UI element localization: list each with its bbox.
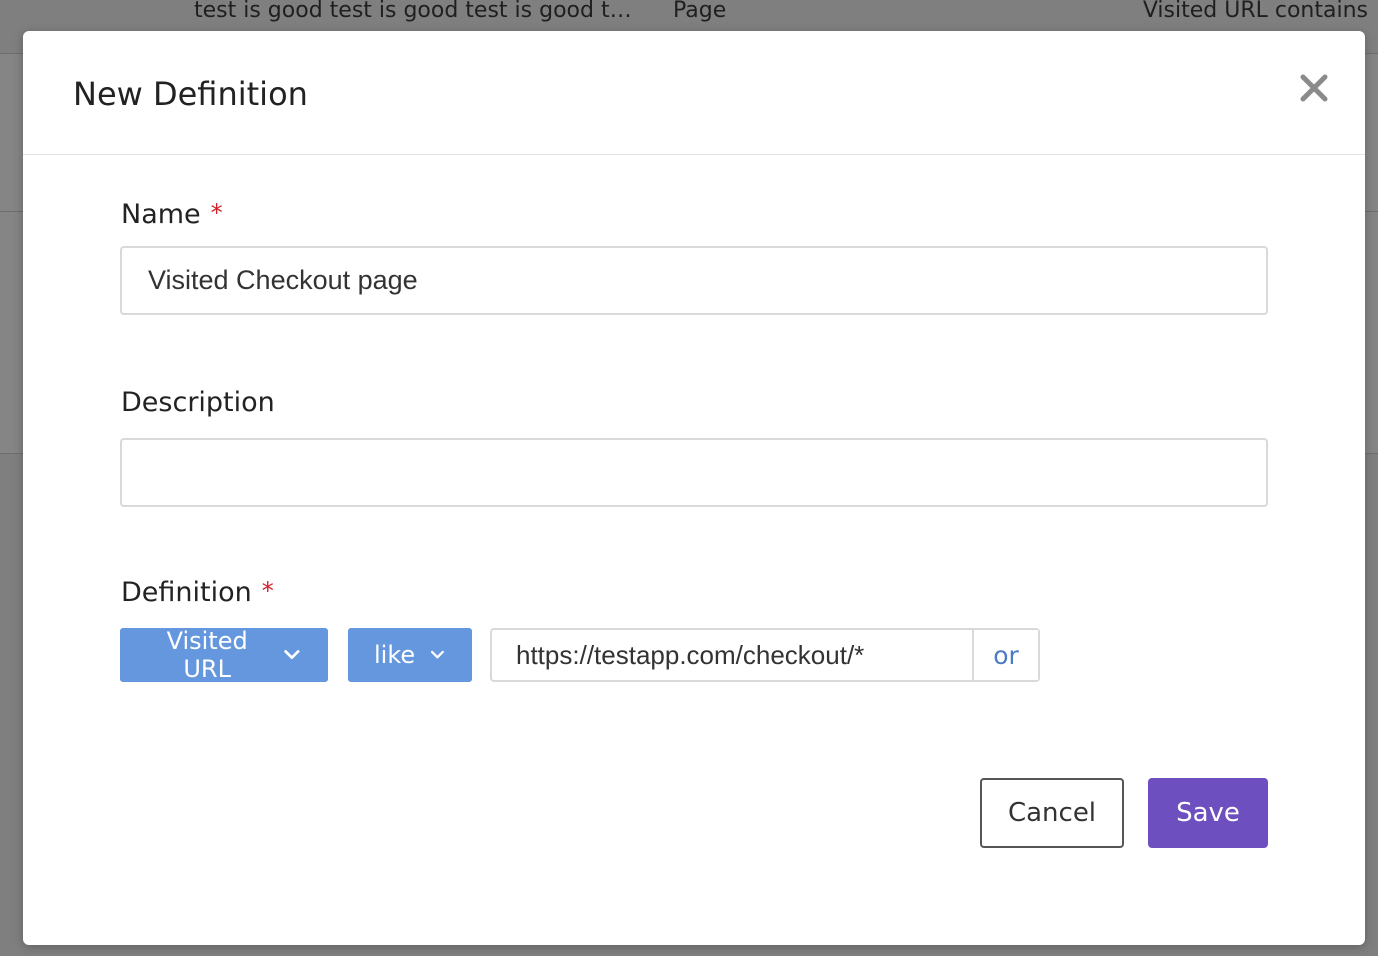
definition-value-group: or: [490, 628, 1040, 682]
definition-label: Definition *: [121, 577, 274, 608]
field-type-dropdown-label: Visited URL: [166, 627, 248, 683]
required-asterisk: *: [261, 577, 274, 605]
name-label-text: Name: [121, 199, 201, 230]
description-label: Description: [121, 387, 275, 418]
add-or-condition-button[interactable]: or: [972, 630, 1038, 680]
background-cell-description: test is good test is good test is good t…: [194, 0, 632, 23]
modal-title: New Definition: [73, 75, 308, 113]
modal-header: New Definition: [23, 31, 1365, 155]
name-label: Name *: [121, 199, 223, 230]
chevron-down-icon: [431, 650, 445, 659]
background-cell-definition: Visited URL contains: [1142, 0, 1368, 23]
field-type-dropdown[interactable]: Visited URL: [120, 627, 328, 683]
close-icon: [1300, 74, 1328, 102]
operator-dropdown-label: like: [374, 641, 416, 669]
description-label-text: Description: [121, 387, 275, 418]
save-button[interactable]: Save: [1148, 778, 1268, 848]
required-asterisk: *: [210, 199, 223, 227]
description-input[interactable]: [120, 438, 1268, 507]
background-cell-type: Page: [673, 0, 727, 23]
new-definition-modal: New Definition Name * Description Definit…: [23, 31, 1365, 945]
name-input[interactable]: [120, 246, 1268, 315]
close-button[interactable]: [1297, 71, 1331, 105]
operator-dropdown[interactable]: like: [348, 628, 472, 682]
cancel-button[interactable]: Cancel: [980, 778, 1124, 848]
definition-label-text: Definition: [121, 577, 252, 608]
chevron-down-icon: [284, 650, 300, 660]
definition-value-input[interactable]: [492, 630, 972, 680]
